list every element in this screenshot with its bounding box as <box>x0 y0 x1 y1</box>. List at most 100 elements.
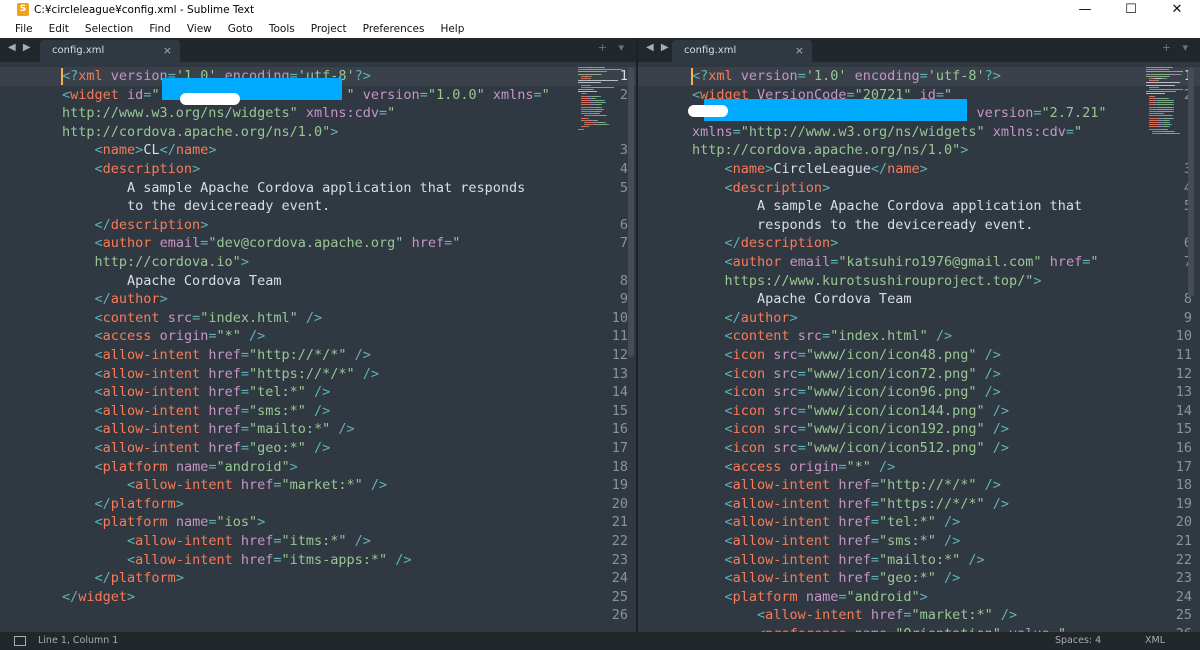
right-code-area[interactable]: 1<?xml version='1.0' encoding='utf-8'?>2… <box>638 67 1200 632</box>
code-token: allow-intent <box>732 570 831 587</box>
code-line[interactable]: <allow-intent href="tel:*" /> <box>62 383 331 402</box>
code-line[interactable]: <allow-intent href="http://*/*" /> <box>692 476 1001 495</box>
line-number: 18 <box>1175 477 1192 494</box>
code-line[interactable]: <platform name="android"> <box>692 588 928 607</box>
code-line[interactable]: <description> <box>62 160 201 179</box>
code-line[interactable]: responds to the deviceready event. <box>692 216 1033 235</box>
indentation-setting[interactable]: Spaces: 4 <box>1055 635 1101 646</box>
new-tab-dropdown-icon[interactable]: + ▾ <box>1162 41 1192 54</box>
code-line[interactable]: <author email = "dev@cordova.apache.org" h… <box>62 234 461 253</box>
code-line[interactable]: <platform name="ios"> <box>62 513 266 532</box>
code-line[interactable]: <allow-intent href="market:*" /> <box>62 476 387 495</box>
code-line[interactable]: <allow-intent href="https://*/*" /> <box>692 495 1010 514</box>
tab-close-icon[interactable]: × <box>163 44 172 57</box>
code-line[interactable]: <icon src="www/icon/icon512.png" /> <box>692 439 1010 458</box>
code-token: platform <box>110 570 176 587</box>
code-line[interactable]: <platform name="android"> <box>62 458 298 477</box>
code-line[interactable]: A sample Apache Cordova application that… <box>62 179 525 198</box>
code-line[interactable]: A sample Apache Cordova application that <box>692 197 1082 216</box>
code-line[interactable]: Apache Cordova Team <box>692 290 911 309</box>
code-line[interactable]: </platform> <box>62 569 184 588</box>
cursor-position[interactable]: Line 1, Column 1 <box>38 635 118 646</box>
left-minimap[interactable] <box>578 67 626 367</box>
code-line[interactable]: </description> <box>62 216 209 235</box>
code-line[interactable]: <allow-intent href="itms:*" /> <box>62 532 371 551</box>
code-line[interactable]: <allow-intent href="mailto:*" /> <box>62 420 355 439</box>
code-line[interactable]: <description> <box>692 179 831 198</box>
menu-file[interactable]: File <box>3 23 39 35</box>
code-line[interactable]: http://cordova.apache.org/ns/1.0"> <box>62 123 338 142</box>
code-line[interactable]: <access origin="*" /> <box>62 327 266 346</box>
code-line[interactable]: <allow-intent href="https://*/*" /> <box>62 365 380 384</box>
menu-find[interactable]: Find <box>139 23 177 35</box>
code-line[interactable]: <allow-intent href="sms:*" /> <box>692 532 961 551</box>
code-line[interactable]: </widget> <box>62 588 135 607</box>
code-token: src <box>765 365 798 382</box>
code-line[interactable]: Apache Cordova Team <box>62 272 281 291</box>
menu-help[interactable]: Help <box>430 23 470 35</box>
tab-close-icon[interactable]: × <box>795 44 804 57</box>
left-scrollbar[interactable] <box>628 67 634 357</box>
code-line[interactable]: <access origin="*" /> <box>692 458 896 477</box>
menu-goto[interactable]: Goto <box>218 23 259 35</box>
code-line[interactable]: </author> <box>692 309 798 328</box>
code-line[interactable]: <preference name="Orientation" value=" <box>692 625 1066 632</box>
minimap-stroke <box>603 100 605 101</box>
code-line[interactable]: http://cordova.io"> <box>62 253 249 272</box>
code-line[interactable]: <author email="katsuhiro1976@gmail.com" … <box>692 253 1099 272</box>
code-line[interactable]: </author> <box>62 290 168 309</box>
maximize-button[interactable]: ☐ <box>1108 0 1154 19</box>
menu-selection[interactable]: Selection <box>75 23 139 35</box>
code-line[interactable]: <allow-intent href="market:*" /> <box>692 606 1017 625</box>
code-line[interactable]: </platform> <box>62 495 184 514</box>
left-code-area[interactable]: 1 <?xml version='1.0' encoding='utf-8'?> 2… <box>0 67 636 632</box>
code-line[interactable]: <icon src="www/icon/icon72.png" /> <box>692 365 1001 384</box>
code-line[interactable]: to the deviceready event. <box>62 197 330 216</box>
code-line[interactable]: <icon src="www/icon/icon48.png" /> <box>692 346 1001 365</box>
code-line[interactable]: <content src="index.html" /> <box>62 309 323 328</box>
minimap-stroke <box>1162 113 1164 115</box>
code-line[interactable]: </description> <box>692 234 839 253</box>
minimize-button[interactable]: — <box>1062 0 1108 19</box>
code-line[interactable]: xmlns="http://www.w3.org/ns/widgets" xml… <box>692 123 1082 142</box>
new-tab-dropdown-icon[interactable]: + ▾ <box>598 41 628 54</box>
code-line[interactable]: <icon src="www/icon/icon144.png" /> <box>692 402 1010 421</box>
close-window-button[interactable]: ✕ <box>1154 0 1200 19</box>
menu-project[interactable]: Project <box>301 23 353 35</box>
menu-tools[interactable]: Tools <box>259 23 301 35</box>
code-line[interactable]: <icon src="www/icon/icon96.png" /> <box>692 383 1001 402</box>
menu-view[interactable]: View <box>177 23 218 35</box>
code-line[interactable]: <?xml version='1.0' encoding='utf-8'?> <box>692 67 1001 86</box>
code-line[interactable]: http://cordova.apache.org/ns/1.0"> <box>692 141 968 160</box>
code-line[interactable]: <allow-intent href="tel:*" /> <box>692 513 961 532</box>
code-line[interactable]: <name>CircleLeague</name> <box>692 160 928 179</box>
tab-nav-arrows-icon[interactable]: ◀ ▶ <box>8 42 33 53</box>
left-tab-config[interactable]: config.xml × <box>40 40 180 62</box>
code-token: name <box>797 588 839 605</box>
minimap-stroke <box>1168 69 1169 71</box>
panel-toggle-icon[interactable] <box>14 636 26 646</box>
line-number: 15 <box>1175 421 1192 438</box>
right-scrollbar[interactable] <box>1188 67 1194 297</box>
right-tab-config[interactable]: config.xml × <box>672 40 812 62</box>
code-line[interactable]: <allow-intent href="geo:*" /> <box>692 569 961 588</box>
code-line[interactable]: <allow-intent href="sms:*" /> <box>62 402 331 421</box>
code-line[interactable]: <name>CL</name> <box>62 141 217 160</box>
code-line[interactable]: <content src="index.html" /> <box>692 327 953 346</box>
tab-nav-arrows-icon[interactable]: ◀ ▶ <box>646 42 671 53</box>
menu-edit[interactable]: Edit <box>39 23 75 35</box>
code-line[interactable]: <allow-intent href="geo:*" /> <box>62 439 331 458</box>
right-minimap[interactable] <box>1146 67 1194 367</box>
code-line[interactable]: http://www.w3.org/ns/widgets" xmlns:cdv=… <box>62 104 395 123</box>
code-line[interactable]: https://www.kurotsushirouproject.top/"> <box>692 272 1042 291</box>
syntax-selector[interactable]: XML <box>1145 635 1165 646</box>
code-line[interactable]: <icon src="www/icon/icon192.png" /> <box>692 420 1010 439</box>
minimap-stroke <box>1168 122 1170 123</box>
code-token: description <box>110 216 201 233</box>
menu-preferences[interactable]: Preferences <box>353 23 431 35</box>
code-token: = <box>797 347 806 363</box>
code-line[interactable]: <allow-intent href="mailto:*" /> <box>692 551 985 570</box>
code-line[interactable]: <allow-intent href="http://*/*" /> <box>62 346 371 365</box>
code-line[interactable]: <allow-intent href="itms-apps:*" /> <box>62 551 412 570</box>
